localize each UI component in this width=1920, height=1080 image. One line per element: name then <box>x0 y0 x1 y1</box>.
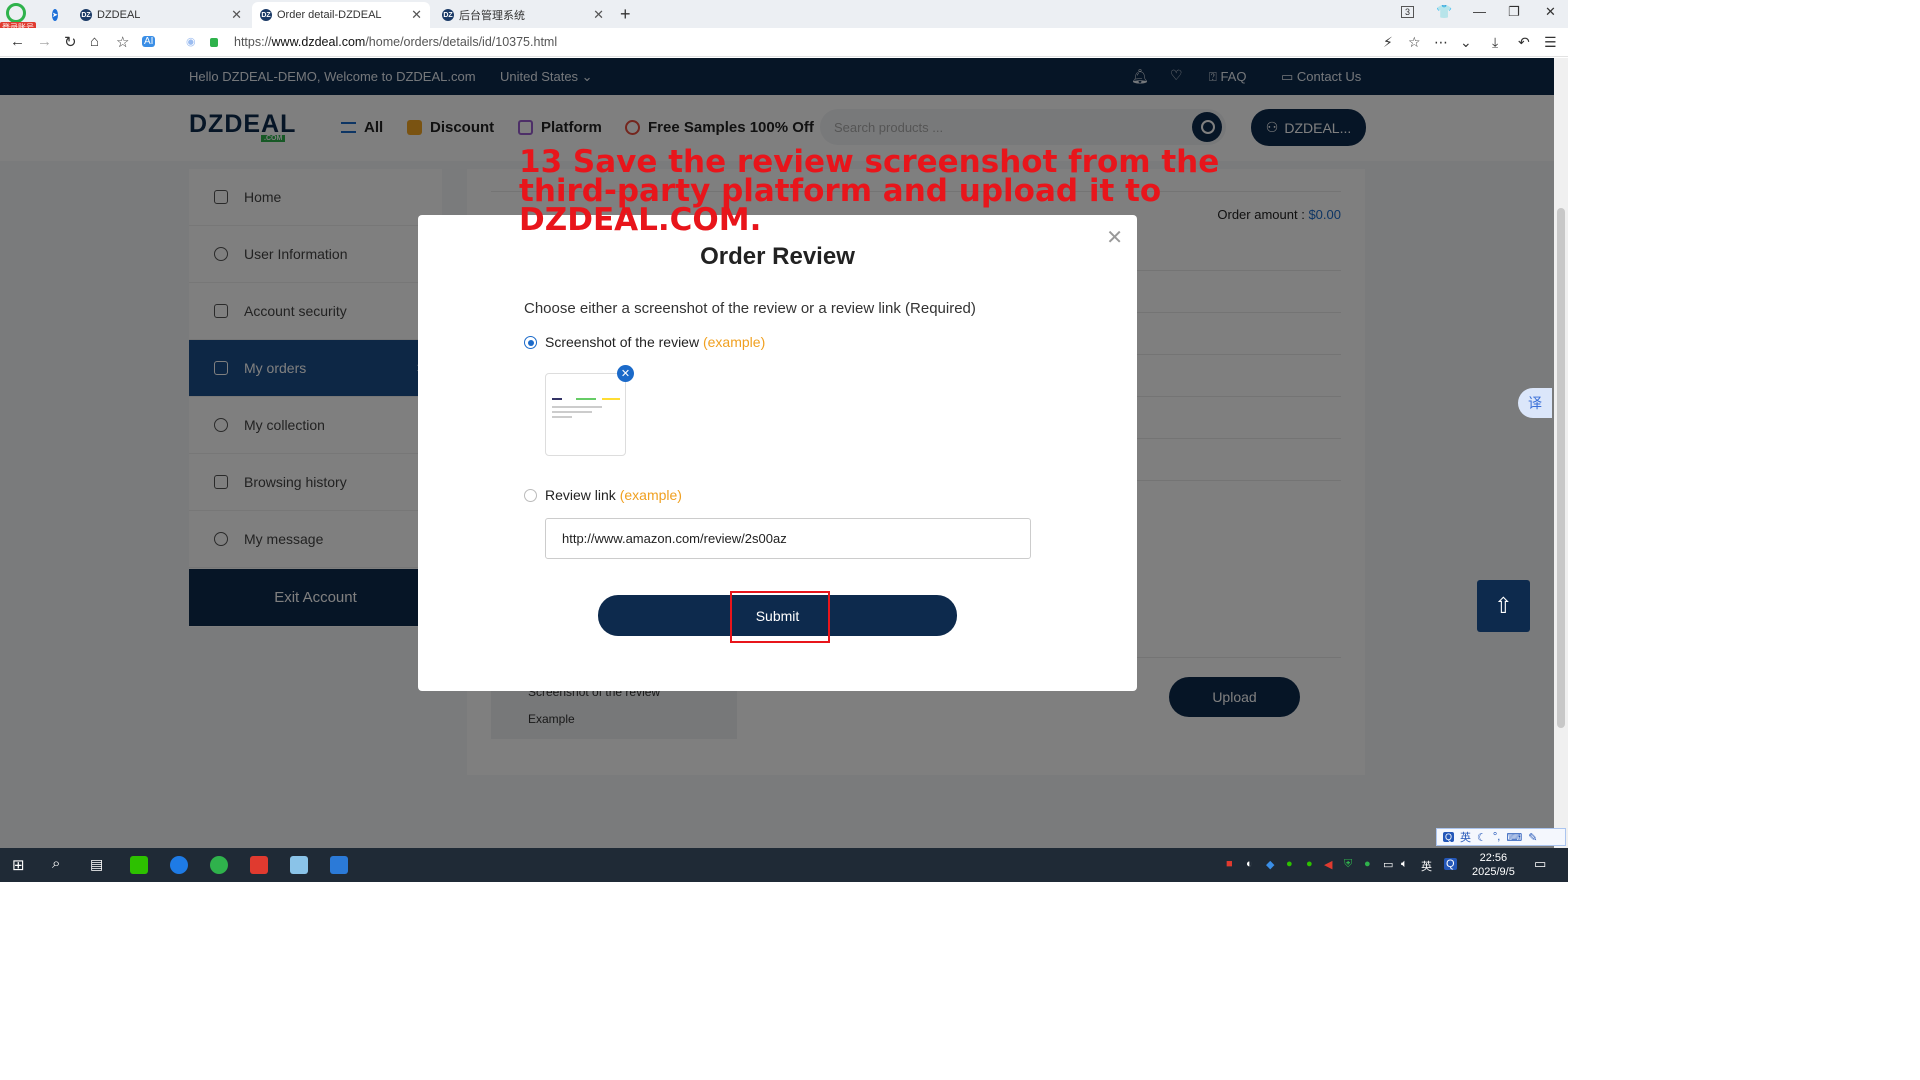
dz-favicon-icon: DZ <box>442 9 454 21</box>
network-icon[interactable]: ▭ <box>1383 858 1393 871</box>
order-review-modal: ✕ Order Review Choose either a screensho… <box>418 215 1137 691</box>
reload-icon[interactable]: ↻ <box>64 33 77 51</box>
home-icon[interactable]: ⌂ <box>90 33 99 50</box>
wechat-tray-icon[interactable]: ● <box>1286 858 1293 870</box>
tab-label: 后台管理系统 <box>459 10 525 22</box>
lightning-icon[interactable]: ⚡ <box>1383 34 1393 51</box>
modal-title: Order Review <box>700 243 855 270</box>
close-icon[interactable]: ✕ <box>231 7 242 23</box>
screenshot-radio[interactable] <box>524 336 537 349</box>
punct-icon: °, <box>1492 831 1501 843</box>
lock-icon <box>210 38 218 47</box>
restore-button[interactable]: ❐ <box>1508 4 1520 20</box>
back-icon[interactable]: ← <box>10 33 25 50</box>
windows-start-icon[interactable]: ⊞ <box>12 856 25 874</box>
tab-dzdeal[interactable]: DZ DZDEAL ✕ <box>72 2 250 28</box>
page-scrollbar[interactable] <box>1554 58 1568 848</box>
wechat-icon[interactable] <box>130 856 148 874</box>
shirt-icon[interactable]: 👕 <box>1436 4 1452 20</box>
review-link-option-label: Review link (example) <box>545 487 682 503</box>
volume-icon[interactable]: 🔈︎ <box>1401 858 1408 871</box>
ai-icon[interactable]: AI <box>142 36 156 47</box>
close-icon[interactable]: ✕ <box>411 7 422 23</box>
uploaded-screenshot-thumbnail[interactable]: ✕ <box>545 365 634 456</box>
tutorial-annotation: 13 Save the review screenshot from the t… <box>519 144 1220 238</box>
dz-favicon-icon: DZ <box>260 9 272 21</box>
telegram-icon: ➤ <box>52 9 58 21</box>
system-clock[interactable]: 22:56 2025/9/5 <box>1472 851 1515 879</box>
review-link-input[interactable] <box>545 518 1031 559</box>
menu-icon[interactable]: ☰ <box>1544 34 1557 51</box>
remove-image-icon[interactable]: ✕ <box>617 365 634 382</box>
shield-tray-icon[interactable]: ⛨ <box>1344 858 1352 871</box>
screenshot-preview <box>550 396 622 424</box>
browser-e-icon <box>6 3 26 23</box>
highlight-box <box>730 591 830 643</box>
ime-tray-icon[interactable]: Q <box>1444 858 1457 870</box>
more-icon[interactable]: ⋯ <box>1434 34 1448 51</box>
browser-tab-bar: 登录账号 ➤ DZ DZDEAL ✕ DZ Order detail-DZDEA… <box>0 0 1568 33</box>
new-tab-button[interactable]: + <box>620 4 631 25</box>
shield-icon: ◉ <box>186 36 196 48</box>
download-icon[interactable]: ⤓ <box>1492 34 1498 51</box>
moon-icon: ☾ <box>1477 831 1487 844</box>
bookmark-star-icon[interactable]: ☆ <box>1408 34 1421 51</box>
arrow-up-icon: ⇧ <box>1494 593 1513 618</box>
instruction-text: Choose either a screenshot of the review… <box>524 300 976 317</box>
app-icon[interactable] <box>170 856 188 874</box>
tray-app-icon[interactable]: ◆ <box>1266 858 1274 871</box>
scrollbar-thumb[interactable] <box>1557 208 1565 728</box>
close-icon[interactable]: ✕ <box>593 7 604 23</box>
tab-label: DZDEAL <box>97 9 141 21</box>
wps-icon[interactable] <box>250 856 268 874</box>
window-close-button[interactable]: ✕ <box>1545 4 1556 20</box>
undo-icon[interactable]: ↶ <box>1518 34 1530 51</box>
tab-order-detail[interactable]: DZ Order detail-DZDEAL ✕ <box>252 2 430 28</box>
taskbar: ⊞ ⌕ ▤ ■ ◐ ◆ ● ● ◀ ⛨ ● ▭ 🔈︎ 英 Q 22:56 2025… <box>0 848 1568 882</box>
paint-icon[interactable] <box>330 856 348 874</box>
forward-icon[interactable]: → <box>37 33 52 50</box>
favorites-icon[interactable]: ☆ <box>116 33 129 51</box>
ime-lang[interactable]: 英 <box>1460 829 1471 845</box>
review-link-radio[interactable] <box>524 489 537 502</box>
taskbar-lang[interactable]: 英 <box>1421 858 1432 874</box>
chevron-down-icon[interactable]: ⌄ <box>1460 34 1472 51</box>
wechat-tray-icon[interactable]: ● <box>1306 858 1313 870</box>
ime-toolbar[interactable]: Q 英 ☾ °, ⌨ ✎ <box>1436 828 1566 846</box>
tray-app-icon[interactable]: ■ <box>1226 858 1233 870</box>
notification-icon[interactable]: ▭ <box>1534 856 1546 872</box>
tab-admin[interactable]: DZ 后台管理系统 ✕ <box>434 2 612 28</box>
search-icon[interactable]: ⌕ <box>52 855 60 872</box>
tab-label: Order detail-DZDEAL <box>277 9 382 21</box>
tab-count-badge[interactable]: 3 <box>1401 6 1415 18</box>
wrench-icon: ✎ <box>1528 831 1538 844</box>
back-to-top-button[interactable]: ⇧ <box>1477 580 1530 632</box>
dz-favicon-icon: DZ <box>80 9 92 21</box>
screenshot-option-label: Screenshot of the review (example) <box>545 334 766 350</box>
translate-icon[interactable]: 译 <box>1518 388 1552 418</box>
tray-app-icon[interactable]: ◐ <box>1246 858 1253 870</box>
url-field[interactable]: https://www.dzdeal.com/home/orders/detai… <box>234 35 557 49</box>
tray-app-icon[interactable]: ● <box>1364 858 1371 870</box>
notepad-icon[interactable] <box>290 856 308 874</box>
pinned-tab[interactable]: ➤ <box>44 2 60 28</box>
ime-logo-icon: Q <box>1443 832 1455 842</box>
task-view-icon[interactable]: ▤ <box>90 856 103 873</box>
example-link[interactable]: (example) <box>703 334 765 350</box>
minimize-button[interactable]: — <box>1473 4 1486 19</box>
tray-app-icon[interactable]: ◀ <box>1324 858 1332 871</box>
browser-taskbar-icon[interactable] <box>210 856 228 874</box>
address-bar-row: ← → ↻ ⌂ ☆ AI ◉ https://www.dzdeal.com/ho… <box>0 28 1568 57</box>
example-link[interactable]: (example) <box>620 487 682 503</box>
keyboard-icon: ⌨ <box>1506 831 1523 844</box>
